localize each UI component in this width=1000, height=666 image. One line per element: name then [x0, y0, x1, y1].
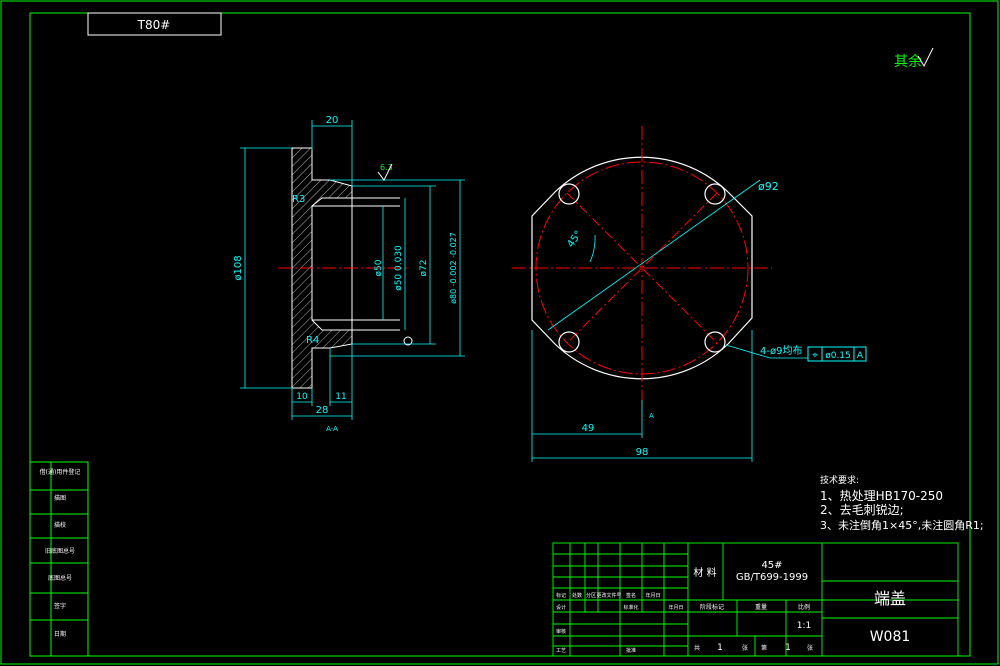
section-view: 20 ø108 ø50 ø50 0.030 ø72 ø80 -0.002 -0.…	[233, 115, 465, 433]
section-label: A-A	[326, 425, 338, 433]
tech-req-item-1: 1、热处理HB170-250	[820, 489, 943, 503]
stage-header-1: 重量	[755, 603, 767, 611]
tb-design-0: 设计	[556, 604, 566, 611]
tb-header-0: 标记	[556, 592, 566, 599]
cavity-outline	[322, 197, 353, 331]
tech-req-item-3: 3、未注倒角1×45°,未注圆角R1;	[820, 518, 984, 532]
dim-dia50-tol: ø50 0.030	[394, 245, 404, 291]
drawing-number: W081	[870, 629, 911, 645]
dim-dia92: ø92	[758, 180, 779, 193]
dim-49: 49	[582, 423, 595, 434]
side-table-row-1: 描图	[54, 494, 66, 502]
dim-98: 98	[636, 447, 649, 458]
inner-frame	[29, 12, 971, 657]
scale-value: 1:1	[797, 621, 811, 631]
sheet-total: 1	[717, 643, 723, 653]
dim-28: 28	[316, 405, 329, 416]
tb-design-5: 年月日	[668, 604, 683, 611]
side-table-row-6: 日期	[54, 630, 66, 638]
dim-dia50: ø50	[374, 259, 384, 276]
sheet-label-3: 张	[807, 644, 813, 652]
tolerance-datum: A	[857, 351, 864, 361]
dim-angle45: 45°	[565, 229, 584, 250]
material-value: 45#	[761, 560, 782, 571]
sheet-no: 1	[785, 643, 791, 653]
tb-approve-0: 审核	[556, 628, 566, 635]
tolerance-value: ø0.15	[825, 351, 851, 361]
datum-label: A	[649, 412, 654, 420]
side-table-row-4: 底图总号	[48, 574, 72, 582]
part-name: 端盖	[874, 589, 906, 608]
bolt-hole	[704, 183, 726, 205]
tb-header-4: 签名	[626, 592, 636, 599]
dim-dia80: ø80 -0.002 -0.027	[449, 232, 458, 304]
dim-10: 10	[296, 392, 308, 402]
bolt-hole	[558, 331, 580, 353]
other-surfaces-note: 其余	[894, 53, 922, 70]
side-table-row-0: 借(通)用件登记	[40, 468, 81, 476]
dim-20: 20	[326, 115, 339, 126]
tb-header-2: 分区	[586, 592, 596, 599]
tb-header-5: 年月日	[645, 592, 660, 599]
tb-approve-1: 工艺	[556, 648, 566, 654]
outer-frame	[0, 0, 999, 665]
dim-11: 11	[335, 392, 346, 402]
dim-dia108: ø108	[233, 255, 244, 280]
tech-req-item-2: 2、去毛刺锐边;	[820, 503, 904, 517]
side-table-row-3: 旧底图总号	[45, 547, 75, 555]
dim-dia72: ø72	[419, 260, 429, 277]
tb-header-3: 更改文件号	[596, 592, 621, 599]
sheet-label-1: 张	[742, 644, 748, 652]
stage-header-2: 比例	[798, 603, 810, 611]
side-table-row-2: 描校	[54, 521, 66, 529]
side-table-row-5: 签字	[54, 602, 66, 610]
bolt-hole	[704, 331, 726, 353]
tb-design-3: 标准化	[623, 604, 638, 611]
sheet-label-0: 共	[694, 644, 700, 652]
tb-header-1: 处数	[572, 592, 582, 599]
title-tab-text: T80#	[137, 18, 171, 32]
hole-callout: 4-ø9均布	[760, 345, 802, 357]
stage-header-0: 阶段标记	[700, 603, 724, 611]
dim-r4: R4	[306, 335, 319, 346]
sheet-label-2: 第	[761, 644, 767, 652]
side-table	[29, 461, 89, 657]
roughness-label: 6.3	[380, 163, 393, 172]
material-standard: GB/T699-1999	[736, 572, 808, 583]
tech-req-title: 技术要求:	[820, 474, 859, 486]
front-view: ø92 45° 49 98 4-ø9均布 ⌖ ø0.15 A A	[512, 126, 867, 462]
dim-r3: R3	[292, 194, 305, 205]
position-tolerance-icon: ⌖	[812, 350, 818, 361]
tb-approve-2: 批准	[626, 647, 636, 654]
cad-drawing-canvas: T80# 其余 借(通)用件登记 描图 描校 旧底图总号 底图总号 签字 日期	[0, 0, 999, 665]
bolt-hole	[558, 183, 580, 205]
material-label: 材 料	[693, 566, 716, 579]
